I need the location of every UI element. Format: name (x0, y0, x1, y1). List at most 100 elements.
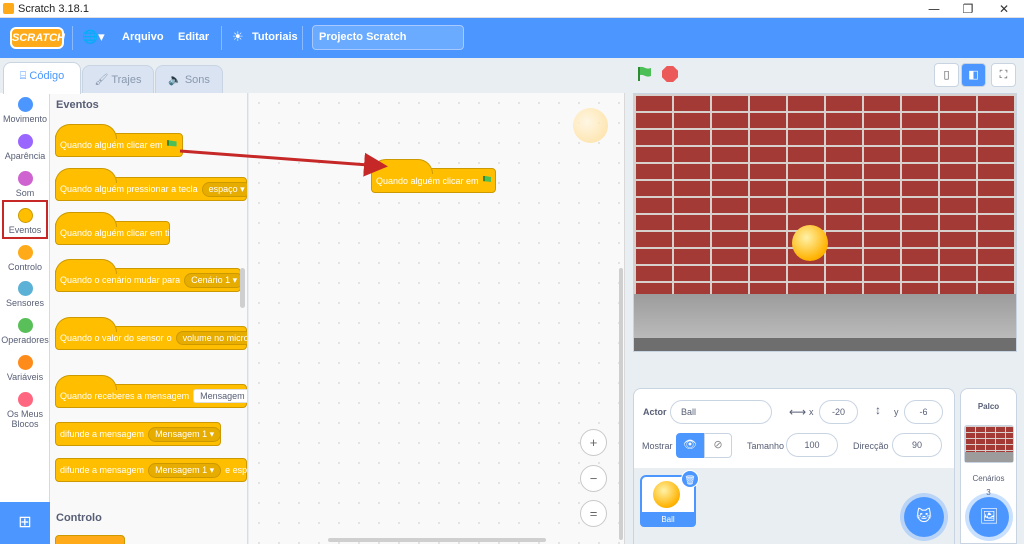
backdrops-count: 3 (986, 488, 991, 497)
block-control-partial[interactable] (55, 535, 125, 544)
x-position-input[interactable]: -20 (819, 400, 858, 424)
block-broadcast[interactable]: difunde a mensagem Mensagem 1 ▾ (55, 422, 222, 446)
delete-sprite-button[interactable]: 🗑 (681, 470, 699, 488)
block-when-backdrop-switches[interactable]: Quando o cenário mudar para Cenário 1 ▾ (55, 259, 245, 292)
category-dot (17, 355, 33, 370)
category-sensing[interactable]: Sensores (0, 281, 50, 308)
sensor-dropdown[interactable]: volume no microfo (175, 331, 247, 345)
category-dot (17, 171, 33, 186)
eye-slash-icon: ⊘ (713, 439, 723, 451)
menu-edit[interactable]: Editar (178, 31, 209, 43)
tab-sounds[interactable]: 🔈 Sons (155, 65, 223, 93)
menu-tutorials[interactable]: Tutoriais (252, 31, 298, 43)
window-titlebar: Scratch 3.18.1 — ❐ ✕ (0, 0, 1024, 18)
choose-sprite-button[interactable]: 🐱 (904, 497, 944, 537)
block-broadcast-and-wait[interactable]: difunde a mensagemMensagem 1 ▾e espe (55, 458, 247, 482)
message-dropdown[interactable]: Mensagem 1 (193, 389, 247, 403)
stage-backdrop-floor (634, 294, 1016, 342)
events-highlight-box (2, 200, 48, 239)
script-block-when-flag-clicked[interactable]: Quando alguém clicar em (371, 159, 496, 193)
block-when-sprite-clicked[interactable]: Quando alguém clicar em ti (55, 212, 170, 245)
vertical-arrows-icon: ↕ (875, 403, 881, 417)
category-looks[interactable]: Aparência (0, 134, 50, 161)
category-dot (17, 245, 33, 260)
size-input[interactable]: 100 (786, 433, 838, 457)
zoom-out-button[interactable]: − (580, 465, 607, 492)
small-stage-button[interactable]: ▯ (934, 63, 959, 87)
language-globe-icon[interactable]: 🌐▾ (82, 29, 105, 45)
choose-backdrop-button[interactable]: 🖼 (969, 497, 1009, 537)
y-position-input[interactable]: -6 (904, 400, 943, 424)
horizontal-arrows-icon: ⟷ (789, 405, 807, 419)
category-dot (17, 318, 33, 333)
script-horizontal-scrollbar[interactable] (328, 538, 546, 542)
actor-label: Actor (643, 407, 667, 417)
show-sprite-toggle[interactable]: 👁 (676, 433, 704, 458)
brush-icon: 🖌 (94, 74, 112, 86)
script-area[interactable] (249, 93, 625, 544)
window-title: Scratch 3.18.1 (18, 3, 89, 15)
broadcast-dropdown[interactable]: Mensagem 1 ▾ (148, 426, 222, 442)
menu-separator (221, 26, 222, 50)
script-vertical-scrollbar[interactable] (619, 268, 623, 540)
normal-stage-icon: ◧ (968, 69, 979, 81)
project-title-input[interactable]: Projecto Scratch (312, 25, 464, 50)
category-my-blocks[interactable]: Os Meus Blocos (0, 392, 50, 429)
eye-icon: 👁 (683, 439, 697, 451)
show-label: Mostrar (642, 441, 673, 451)
block-when-receive-message[interactable]: Quando receberes a mensagem Mensagem 1 (55, 375, 247, 408)
category-motion[interactable]: Movimento (0, 97, 50, 124)
backdrop-dropdown[interactable]: Cenário 1 ▾ (184, 272, 245, 288)
actor-name-input[interactable]: Ball (670, 400, 772, 424)
block-when-flag-clicked[interactable]: Quando alguém clicar em (55, 124, 183, 157)
block-when-key-pressed[interactable]: Quando alguém pressionar a tecla espaço ▾ (55, 168, 247, 201)
category-dot (17, 281, 33, 296)
menu-separator (72, 26, 73, 50)
size-label: Tamanho (747, 441, 785, 451)
category-control[interactable]: Controlo (0, 245, 50, 272)
block-when-sensor-greater[interactable]: Quando o valor do sensor o volume no micro… (55, 317, 247, 350)
category-sound[interactable]: Som (0, 171, 50, 198)
block-palette: Eventos Quando alguém clicar em Quando a… (50, 93, 248, 544)
stage[interactable] (633, 93, 1017, 352)
normal-stage-button[interactable]: ◧ (961, 63, 986, 87)
broadcast-wait-dropdown[interactable]: Mensagem 1 ▾ (148, 462, 222, 478)
minimize-button[interactable]: — (916, 0, 952, 18)
stage-sprite-ball[interactable] (792, 225, 828, 261)
speaker-icon: 🔈 (168, 74, 185, 86)
category-dot (17, 392, 33, 407)
extension-icon: ⊞ (18, 514, 32, 531)
current-sprite-indicator (573, 108, 608, 143)
menu-separator (302, 26, 303, 50)
close-button[interactable]: ✕ (986, 0, 1022, 18)
tab-costumes[interactable]: 🖌 Trajes (82, 65, 154, 93)
stage-pane-title: Palco (977, 402, 1000, 411)
scratch-logo[interactable]: SCRATCH (10, 27, 65, 49)
category-operators[interactable]: Operadores (0, 318, 50, 345)
direction-label: Direcção (853, 441, 889, 451)
sprite-thumbnail (653, 481, 680, 508)
zoom-in-button[interactable]: + (580, 429, 607, 456)
hide-sprite-toggle[interactable]: ⊘ (704, 433, 732, 458)
key-dropdown[interactable]: espaço ▾ (201, 181, 247, 197)
zoom-reset-button[interactable]: = (580, 500, 607, 527)
tab-code[interactable]: ⌸ Código (3, 62, 81, 94)
fullscreen-button[interactable]: ⛶ (991, 63, 1016, 87)
stage-backdrop-brick-wall (634, 94, 1016, 294)
stop-button[interactable] (662, 66, 678, 82)
menu-bar: SCRATCH 🌐▾ Arquivo Editar ☀ Tutoriais Pr… (0, 18, 1024, 58)
maximize-button[interactable]: ❐ (950, 0, 986, 18)
green-flag-icon (166, 140, 177, 147)
trash-icon: 🗑 (684, 475, 696, 485)
palette-heading-control: Controlo (56, 512, 102, 524)
image-add-icon: 🖼 (979, 508, 999, 525)
palette-scrollbar[interactable] (240, 268, 245, 308)
fullscreen-icon: ⛶ (999, 69, 1008, 81)
direction-input[interactable]: 90 (892, 433, 942, 457)
add-extension-button[interactable]: ⊞ (0, 502, 50, 544)
menu-file[interactable]: Arquivo (122, 31, 164, 43)
lightbulb-icon: ☀ (232, 29, 244, 44)
category-variables[interactable]: Variáveis (0, 355, 50, 382)
green-flag-icon[interactable] (636, 66, 652, 82)
code-icon: ⌸ (19, 70, 30, 82)
